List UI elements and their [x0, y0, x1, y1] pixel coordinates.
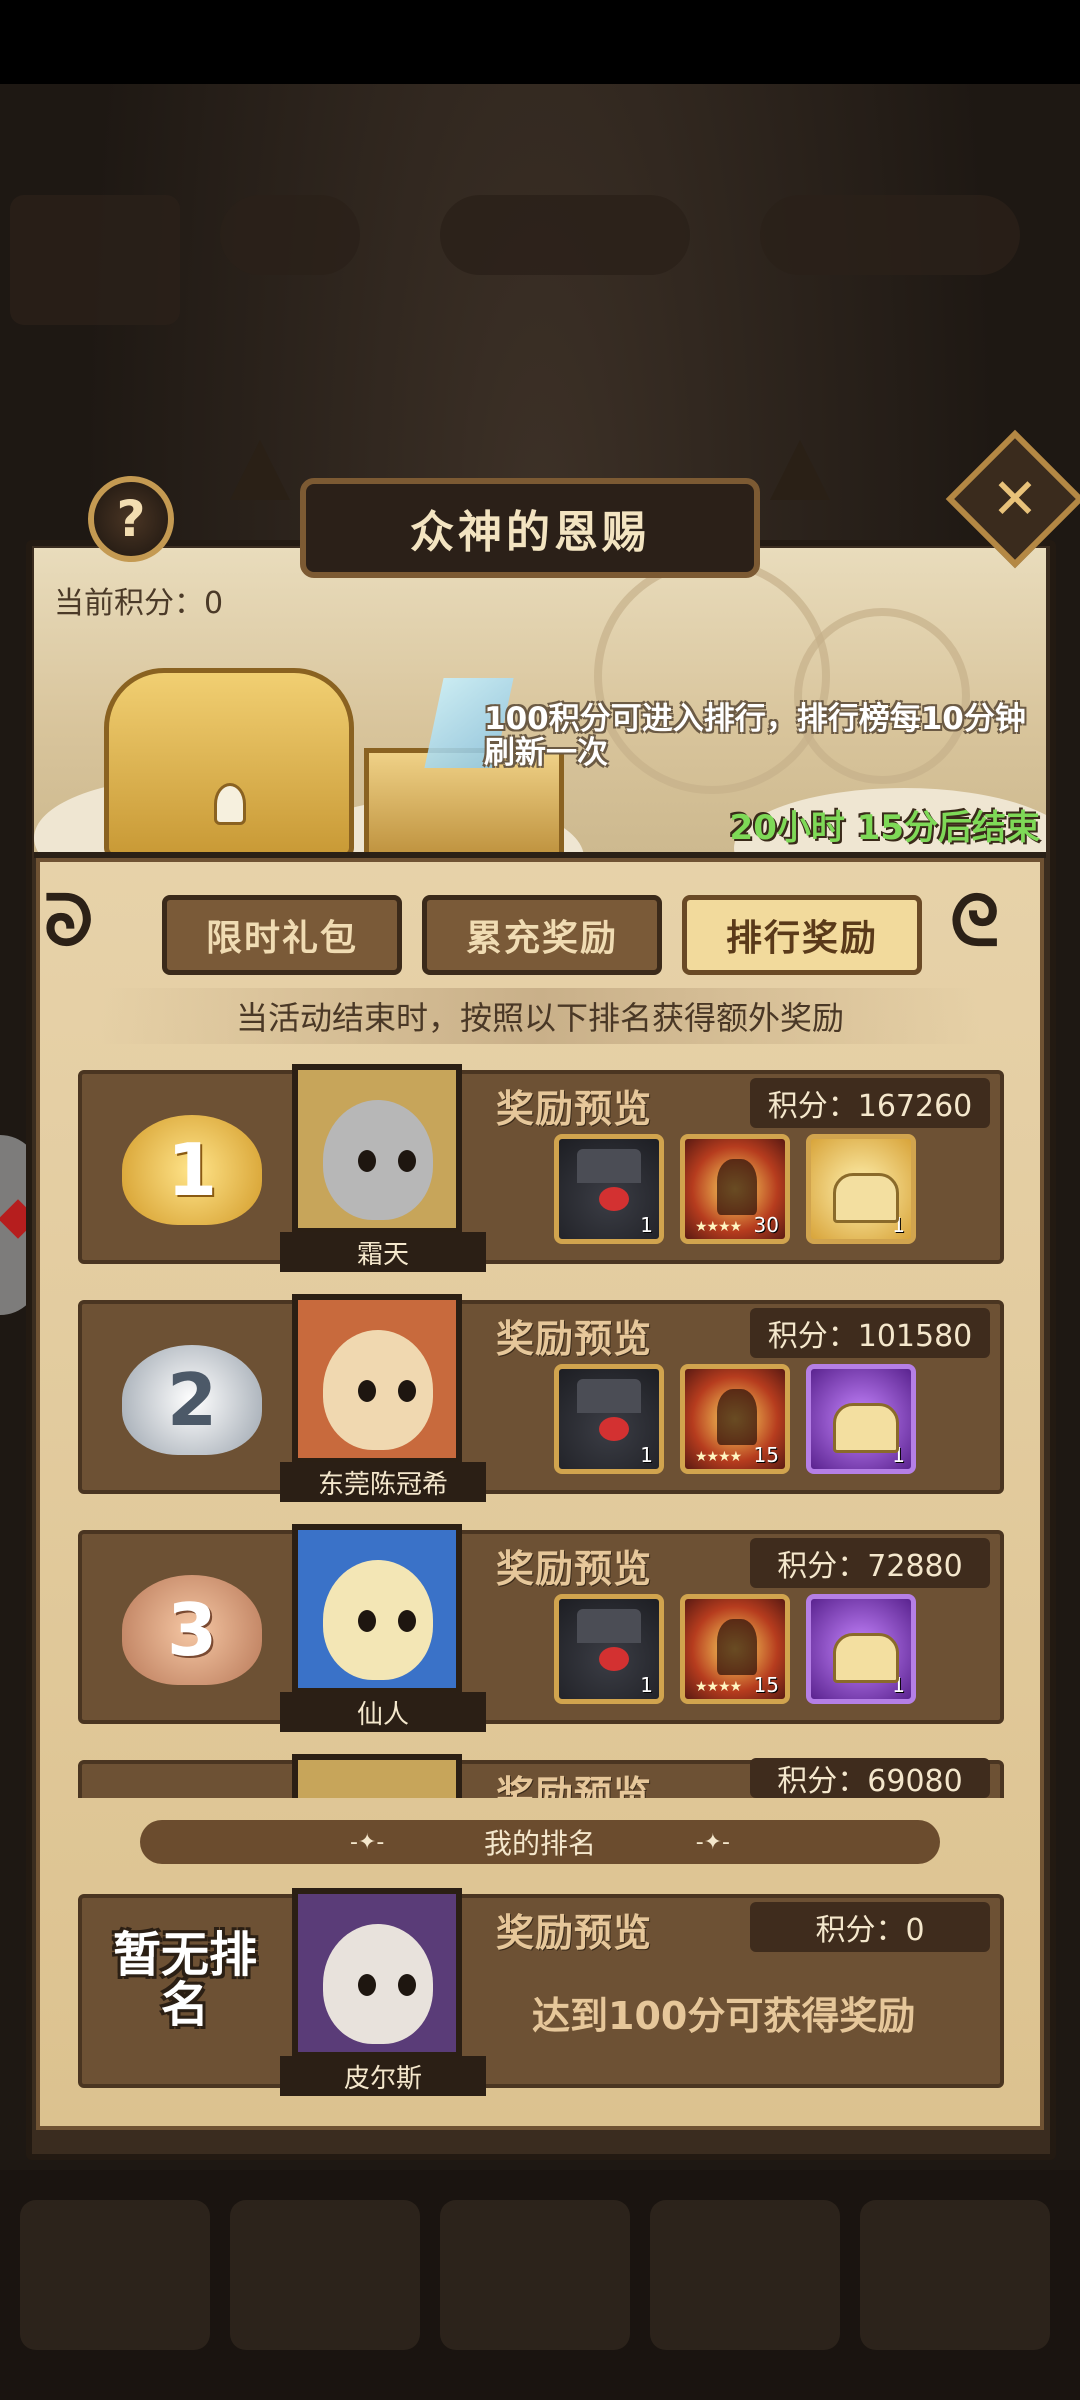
- ranking-row-2: 2 东莞陈冠希 奖励预览 积分：101580 1 ★★★★ 15 1: [78, 1294, 1004, 1502]
- hero-shard-item[interactable]: ★★★★ 30: [680, 1134, 790, 1244]
- reward-preview-label: 奖励预览: [496, 1911, 653, 1955]
- section-title: 我的排名: [483, 1827, 596, 1860]
- item-count: 15: [753, 1673, 779, 1697]
- my-score-pill: 积分：0: [750, 1902, 990, 1952]
- reward-preview-label: 奖励预览: [496, 1317, 653, 1361]
- my-player-name: 皮尔斯: [280, 2056, 486, 2096]
- info-text: 当活动结束时，按照以下排名获得额外奖励: [235, 999, 844, 1037]
- frame-spike: [770, 440, 830, 500]
- background-hud-slot: [220, 195, 360, 275]
- player-avatar[interactable]: [292, 1524, 462, 1694]
- star-icons: ★★★★: [695, 1679, 742, 1695]
- rank-number: 2: [122, 1345, 262, 1455]
- info-strip: 当活动结束时，按照以下排名获得额外奖励: [100, 988, 980, 1044]
- event-countdown: 20小时 15分后结束: [729, 808, 1040, 848]
- my-avatar[interactable]: [292, 1888, 462, 2058]
- diamond-ornament-icon: -✦-: [350, 1829, 385, 1855]
- current-score-value: 0: [204, 586, 224, 621]
- rank-number: 1: [122, 1115, 262, 1225]
- ranking-note: 100积分可进入排行，排行榜每10分钟刷新一次: [484, 701, 1026, 771]
- tab-label: 累充奖励: [465, 918, 618, 959]
- diamond-ornament-icon: -✦-: [695, 1829, 730, 1855]
- current-score-label: 当前积分：: [54, 586, 204, 621]
- no-ranking-status: 暂无排名: [112, 1927, 257, 2033]
- rank-badge-silver-icon: 2: [112, 1330, 272, 1470]
- swirl-ornament-icon: ᘓ: [950, 880, 1000, 962]
- player-name: 东莞陈冠希: [280, 1462, 486, 1502]
- reward-preview-label: 奖励预览: [496, 1773, 653, 1798]
- background-hud-slot: [760, 195, 1020, 275]
- background-bottom-nav: [0, 2170, 1080, 2400]
- ranking-row-3: 3 仙人 奖励预览 积分：72880 1 ★★★★ 15 1: [78, 1524, 1004, 1732]
- tab-limited-pack[interactable]: 限时礼包: [162, 895, 402, 975]
- purple-chest-item[interactable]: 1: [806, 1364, 916, 1474]
- player-avatar[interactable]: [292, 1754, 462, 1798]
- rank-badge-bronze-icon: 3: [112, 1560, 272, 1700]
- treasure-chest-illustration: [104, 668, 354, 852]
- hero-card-item[interactable]: 1: [554, 1134, 664, 1244]
- score-pill: 积分：101580: [750, 1308, 990, 1358]
- item-count: 1: [640, 1213, 653, 1237]
- item-count: 1: [892, 1213, 905, 1237]
- item-count: 30: [753, 1213, 779, 1237]
- purple-chest-item[interactable]: 1: [806, 1594, 916, 1704]
- swirl-ornament-icon: ᘐ: [44, 880, 94, 962]
- item-count: 1: [892, 1673, 905, 1697]
- gold-chest-item[interactable]: 1: [806, 1134, 916, 1244]
- tab-label: 排行奖励: [725, 918, 878, 959]
- player-name: 霜天: [280, 1232, 486, 1272]
- item-count: 1: [640, 1673, 653, 1697]
- rank-badge-gold-icon: 1: [112, 1100, 272, 1240]
- background-hud-slot: [440, 195, 690, 275]
- background-avatar: [10, 195, 180, 325]
- star-icons: ★★★★: [695, 1219, 742, 1235]
- hero-shard-item[interactable]: ★★★★ 15: [680, 1594, 790, 1704]
- tab-label: 限时礼包: [205, 918, 358, 959]
- frame-spike: [230, 440, 290, 500]
- help-button[interactable]: ?: [88, 476, 174, 562]
- hero-shard-item[interactable]: ★★★★ 15: [680, 1364, 790, 1474]
- item-count: 1: [892, 1443, 905, 1467]
- ranking-row-4: 奖励预览 积分：69080: [78, 1754, 1004, 1798]
- score-pill: 积分：167260: [750, 1078, 990, 1128]
- rank-number: 3: [122, 1575, 262, 1685]
- window-title: 众神的恩赐: [410, 507, 650, 558]
- reward-preview-label: 奖励预览: [496, 1547, 653, 1591]
- hero-card-item[interactable]: 1: [554, 1594, 664, 1704]
- score-pill: 积分：69080: [750, 1758, 990, 1798]
- reward-preview-label: 奖励预览: [496, 1087, 653, 1131]
- status-bar: [0, 0, 1080, 84]
- hero-card-item[interactable]: 1: [554, 1364, 664, 1474]
- score-pill: 积分：72880: [750, 1538, 990, 1588]
- player-avatar[interactable]: [292, 1064, 462, 1234]
- item-count: 1: [640, 1443, 653, 1467]
- window-title-plate: 众神的恩赐: [300, 478, 760, 578]
- tab-recharge-reward[interactable]: 累充奖励: [422, 895, 662, 975]
- current-score: 当前积分：0: [54, 578, 223, 622]
- star-icons: ★★★★: [695, 1449, 742, 1465]
- player-avatar[interactable]: [292, 1294, 462, 1464]
- close-icon: ✕: [991, 466, 1039, 532]
- tab-ranking-reward[interactable]: 排行奖励: [682, 895, 922, 975]
- player-name: 仙人: [280, 1692, 486, 1732]
- my-ranking-section-header: -✦- 我的排名 -✦-: [140, 1820, 940, 1864]
- item-count: 15: [753, 1443, 779, 1467]
- ranking-row-1: 1 霜天 奖励预览 积分：167260 1 ★★★★ 30 1: [78, 1064, 1004, 1272]
- reward-requirement-hint: 达到100分可获得奖励: [532, 1994, 916, 2038]
- question-icon: ?: [116, 490, 146, 548]
